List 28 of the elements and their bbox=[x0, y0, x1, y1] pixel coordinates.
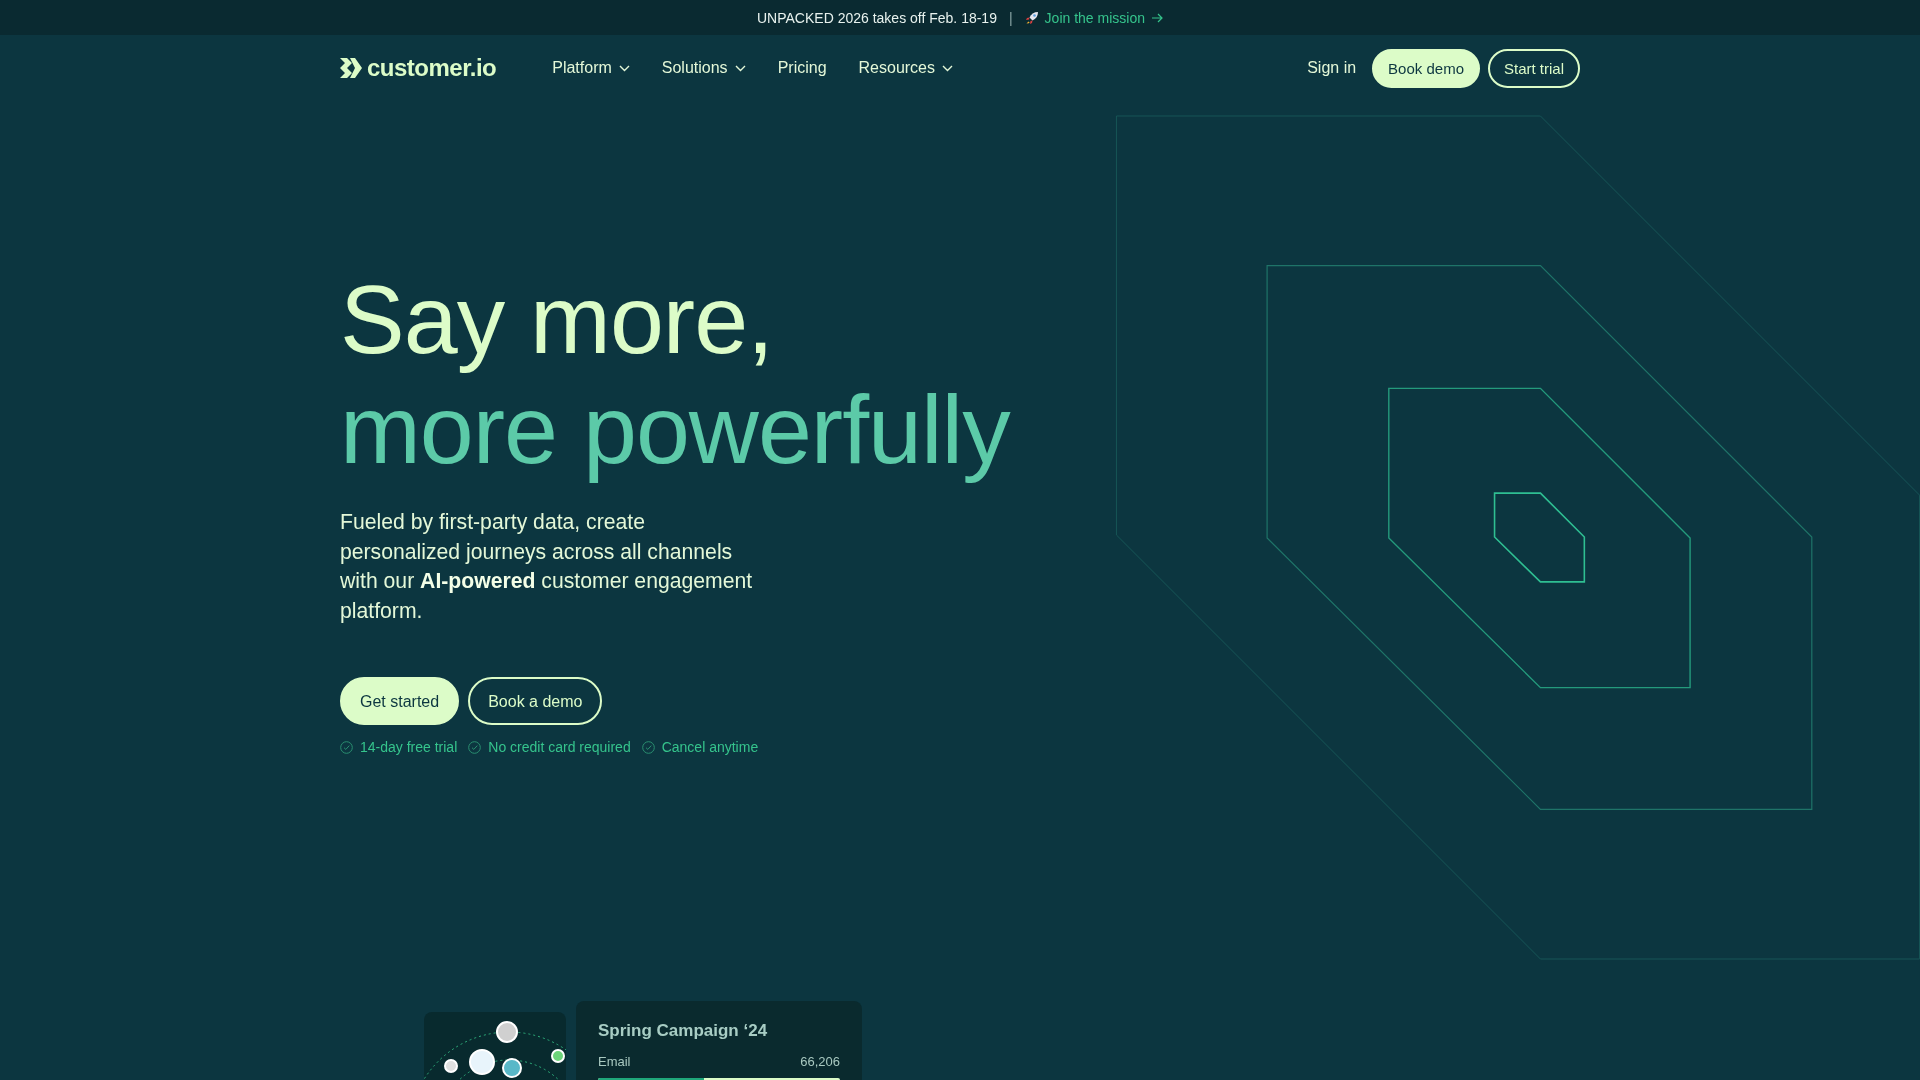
nav-menu-item[interactable]: Resources bbox=[858, 59, 953, 77]
hero-description: Fueled by first-party data, create personalized journeys across all channels with our AI-powered customer engagement platform. bbox=[340, 509, 754, 625]
nav-menu-item[interactable]: Platform bbox=[552, 59, 630, 77]
hero-headline: more powerfully bbox=[340, 375, 1010, 485]
secondary-button[interactable]: Start trial bbox=[1488, 48, 1580, 88]
check-circle-icon bbox=[468, 740, 482, 754]
logo[interactable]: customer.io bbox=[340, 54, 497, 82]
separator: | bbox=[1008, 9, 1013, 26]
nav-menu-item[interactable]: Solutions bbox=[661, 59, 746, 77]
perk-text: Cancel anytime bbox=[661, 739, 759, 755]
nav-menu-item[interactable]: Pricing bbox=[777, 59, 827, 77]
announcement-text: UNPACKED 2026 takes off Feb. 18-19 bbox=[757, 9, 997, 26]
primary-button[interactable]: Book demo bbox=[1372, 48, 1480, 88]
arrow-right-icon bbox=[1151, 12, 1163, 23]
check-circle-icon bbox=[340, 740, 353, 754]
campaign-title: Spring Campaign ‘24 bbox=[598, 1021, 768, 1041]
hero-headline: Say more, bbox=[340, 265, 774, 375]
check-circle-icon bbox=[641, 740, 655, 754]
sign-in-link[interactable]: Sign in bbox=[1307, 59, 1357, 77]
rocket-icon bbox=[1024, 10, 1039, 25]
secondary-button[interactable]: Book a demo bbox=[468, 677, 603, 725]
channel-label: Email bbox=[598, 1054, 631, 1069]
perk-text: No credit card required bbox=[488, 739, 631, 755]
perk-text: 14-day free trial bbox=[360, 739, 458, 755]
primary-button[interactable]: Get started bbox=[340, 677, 460, 725]
channel-count: 66,206 bbox=[800, 1054, 840, 1069]
logo-icon bbox=[340, 58, 362, 78]
join-link[interactable]: Join the mission bbox=[1024, 9, 1163, 26]
